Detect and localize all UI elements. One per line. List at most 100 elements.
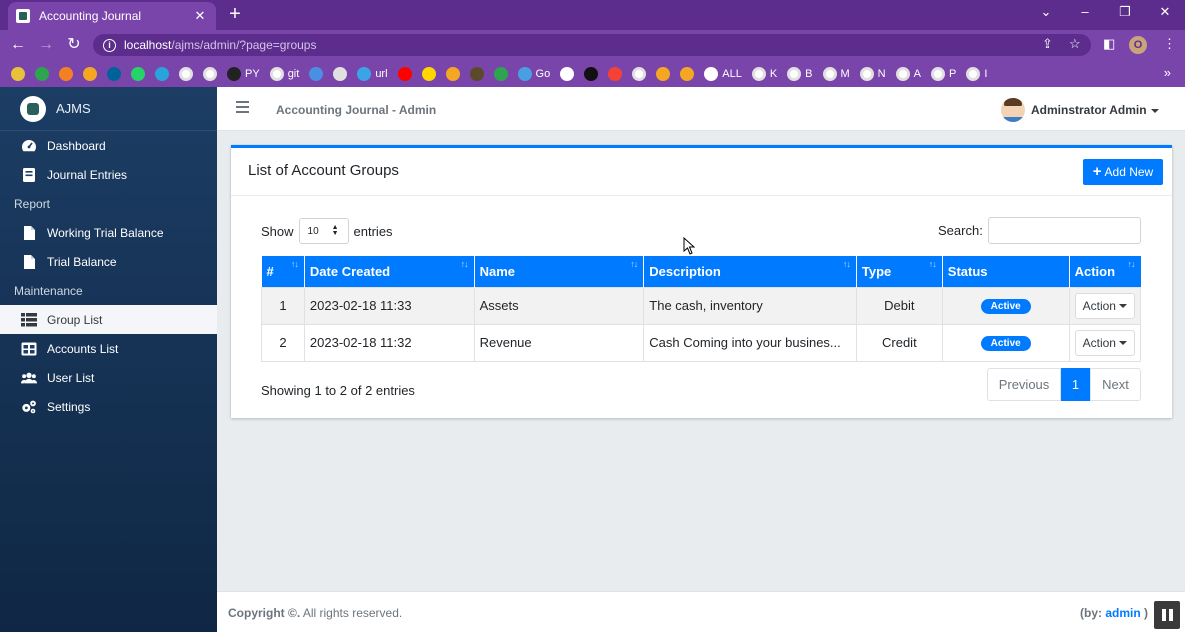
bookmark-item[interactable] [445, 66, 460, 81]
browser-menu-icon[interactable]: ⋮ [1163, 36, 1176, 52]
brand[interactable]: AJMS [0, 87, 217, 131]
back-icon[interactable]: ← [8, 35, 28, 55]
bookmarks-more-icon[interactable]: » [1164, 65, 1171, 80]
bookmark-item[interactable]: M [822, 66, 850, 81]
sidebar-item-label: Settings [47, 399, 91, 414]
bookmark-item[interactable]: I [966, 66, 987, 81]
bookmark-item[interactable]: K [751, 66, 777, 81]
column-header-type[interactable]: Type ↑↓ [856, 256, 943, 287]
search-input[interactable] [987, 217, 1141, 244]
pagination-next[interactable]: Next [1090, 368, 1141, 401]
action-dropdown-button[interactable]: Action [1074, 292, 1135, 319]
address-bar[interactable]: i localhost/ajms/admin/?page=groups ⇪ ☆ [93, 34, 1091, 56]
restore-icon[interactable]: ❐ [1111, 4, 1139, 20]
bookmark-item[interactable]: Go [517, 66, 551, 81]
column-header-description[interactable]: Description ↑↓ [643, 256, 857, 287]
google-icon [203, 66, 217, 81]
search-label: Search: [938, 223, 983, 238]
sidebar-item-label: Journal Entries [47, 167, 128, 182]
reload-icon[interactable]: ↻ [64, 35, 84, 55]
sidebar-item-working-trial-balance[interactable]: Working Trial Balance [0, 218, 217, 247]
action-dropdown-button[interactable]: Action [1074, 329, 1135, 356]
bookmark-item[interactable] [107, 66, 121, 81]
sidebar-item-label: User List [47, 370, 95, 385]
sidebar-item-dashboard[interactable]: Dashboard [0, 131, 217, 160]
bookmark-item[interactable]: P [930, 66, 957, 81]
page-length-select[interactable]: 10 ▲ ▼ [298, 218, 349, 244]
entries-label: entries [353, 223, 393, 239]
column-header-status[interactable]: Status [942, 256, 1070, 287]
caret-down-icon [1118, 303, 1127, 308]
bookmark-item[interactable] [179, 66, 193, 81]
bookmark-item[interactable]: A [895, 66, 921, 81]
bookmark-item[interactable] [309, 66, 324, 81]
bookmark-label: git [287, 67, 300, 80]
hamburger-menu-icon[interactable] [236, 101, 249, 113]
bookmark-label: M [840, 67, 850, 80]
bookmark-item[interactable] [155, 66, 169, 81]
tab-close-icon[interactable]: ✕ [192, 8, 208, 24]
share-icon[interactable]: ⇪ [1042, 36, 1053, 52]
bookmark-item[interactable] [656, 66, 671, 81]
column-header-name[interactable]: Name ↑↓ [474, 256, 645, 287]
window-close-icon[interactable]: ✕ [1151, 4, 1179, 20]
sidebar-item-group-list[interactable]: Group List [0, 305, 217, 334]
bookmark-label: P [948, 67, 957, 80]
bookmark-item[interactable] [493, 66, 508, 81]
google-icon [269, 66, 284, 81]
admin-link[interactable]: admin [1105, 606, 1140, 620]
bookmark-item[interactable] [421, 66, 436, 81]
bookmark-item[interactable]: git [269, 66, 300, 81]
bookmark-item[interactable]: N [859, 66, 886, 81]
bookmark-item[interactable]: url [357, 66, 388, 81]
bookmark-item[interactable] [608, 66, 623, 81]
side-panel-icon[interactable]: ◧ [1103, 36, 1115, 52]
pagination-page-1[interactable]: 1 [1061, 368, 1090, 401]
bookmark-item[interactable] [469, 66, 484, 81]
row-name: Assets [473, 286, 645, 325]
browser-tab[interactable]: Accounting Journal ✕ [8, 2, 216, 30]
pause-icon[interactable] [1154, 601, 1180, 629]
bookmark-item[interactable] [11, 66, 25, 81]
bookmark-item[interactable] [203, 66, 217, 81]
column-header-action[interactable]: Action ↑↓ [1069, 256, 1141, 287]
bookmark-item[interactable] [83, 66, 97, 81]
bookmark-item[interactable] [584, 66, 599, 81]
bookmark-item[interactable] [632, 66, 647, 81]
new-tab-button[interactable]: + [224, 3, 246, 25]
user-avatar[interactable] [1001, 98, 1025, 122]
column-header-number[interactable]: # ↑↓ [261, 256, 305, 287]
bookmark-item[interactable]: B [787, 66, 813, 81]
dashboard-icon [21, 138, 37, 154]
column-header-date-created[interactable]: Date Created ↑↓ [304, 256, 475, 287]
bookmark-label: Go [535, 67, 551, 80]
sidebar-item-user-list[interactable]: User List [0, 363, 217, 392]
tab-search-icon[interactable]: ⌄ [1032, 4, 1060, 20]
bookmark-item[interactable] [560, 66, 575, 81]
sidebar-item-accounts-list[interactable]: Accounts List [0, 334, 217, 363]
bookmark-item[interactable] [35, 66, 49, 81]
bookmark-item[interactable]: ALL [704, 66, 742, 81]
sidebar-item-journal-entries[interactable]: Journal Entries [0, 160, 217, 189]
store-icon [333, 66, 348, 81]
bookmark-item[interactable] [131, 66, 145, 81]
minimize-icon[interactable]: – [1071, 4, 1099, 19]
bookmark-item[interactable] [333, 66, 348, 81]
profile-avatar[interactable]: O [1129, 36, 1147, 54]
forward-icon[interactable]: → [36, 35, 56, 55]
user-menu-toggle[interactable]: Adminstrator Admin [1031, 103, 1159, 117]
add-new-label: Add New [1104, 165, 1154, 179]
sidebar-item-trial-balance[interactable]: Trial Balance [0, 247, 217, 276]
pagination-previous[interactable]: Previous [987, 368, 1061, 401]
bookmark-item[interactable] [680, 66, 695, 81]
bookmark-item[interactable] [397, 66, 412, 81]
site-info-icon[interactable]: i [103, 38, 116, 52]
google-icon [822, 66, 837, 81]
add-new-button[interactable]: + Add New [1083, 159, 1163, 185]
sidebar-item-settings[interactable]: Settings [0, 392, 217, 421]
cogs-icon [21, 399, 37, 415]
bookmark-item[interactable]: PY [227, 66, 260, 81]
bookmark-item[interactable] [59, 66, 73, 81]
url-host: localhost [124, 38, 172, 52]
bookmark-star-icon[interactable]: ☆ [1069, 36, 1081, 52]
